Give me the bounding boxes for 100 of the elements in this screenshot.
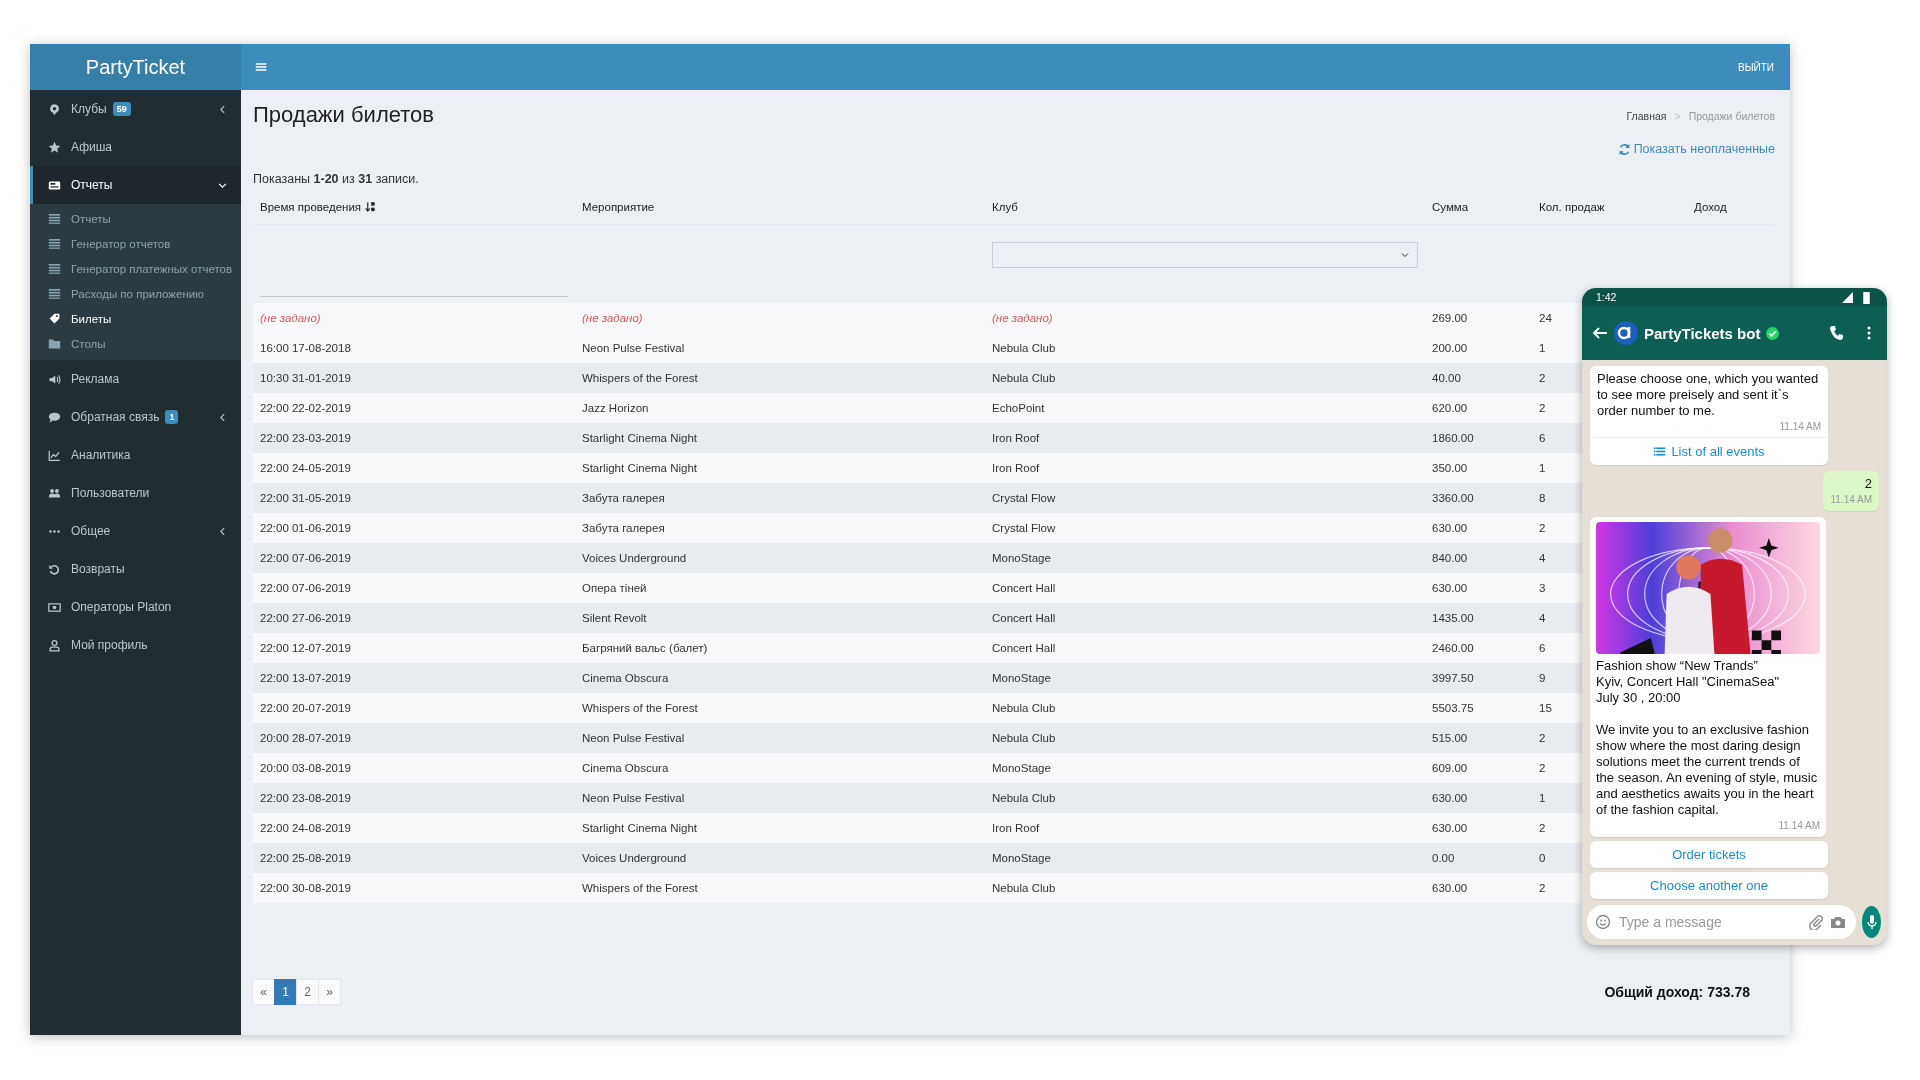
column-header[interactable]: Кол. продаж [1539, 201, 1605, 213]
sidebar-item-label: Обратная связь [71, 410, 160, 424]
page-button[interactable]: 1 [274, 979, 297, 1005]
table-cell: 840.00 [1432, 552, 1468, 564]
breadcrumb-link[interactable]: Главная [1626, 110, 1667, 122]
sidebar-item[interactable]: Общее [30, 512, 241, 550]
table-cell: 22:00 13-07-2019 [260, 672, 351, 684]
speaker-icon [48, 372, 61, 386]
table-cell: 350.00 [1432, 462, 1468, 474]
table-cell: 16:00 17-08-2018 [260, 342, 351, 354]
page-button[interactable]: « [252, 979, 275, 1005]
submenu-item[interactable]: Билеты [30, 306, 241, 331]
message-time: 11.14 AM [1778, 420, 1821, 434]
table-cell: 9 [1539, 672, 1546, 684]
microphone-button[interactable] [1862, 906, 1881, 938]
submenu-item[interactable]: Генератор платежных отчетов [30, 256, 241, 281]
table-cell: Crystal Flow [992, 492, 1056, 504]
column-header[interactable]: Доход [1694, 201, 1727, 213]
table-cell: 22:00 30-08-2019 [260, 882, 351, 894]
table-cell: 4 [1539, 552, 1546, 564]
table-cell: 22:00 25-08-2019 [260, 852, 351, 864]
table-cell: 6 [1539, 642, 1546, 654]
table-cell: Voices Underground [582, 552, 687, 564]
folder-icon [48, 337, 61, 350]
filter-dropdown[interactable] [992, 242, 1418, 268]
table-cell: 5503.75 [1432, 702, 1474, 714]
refresh-icon [1617, 142, 1631, 156]
page-button[interactable]: » [318, 979, 341, 1005]
submenu-item-label: Отчеты [71, 212, 111, 225]
table-cell: 1 [1539, 792, 1546, 804]
column-header[interactable]: Время проведения [260, 201, 377, 213]
submenu-item[interactable]: Отчеты [30, 206, 241, 231]
table-cell: 2 [1539, 372, 1546, 384]
table-cell: 2 [1539, 762, 1546, 774]
table-cell: Cinema Obscura [582, 672, 669, 684]
table-cell: Silent Revolt [582, 612, 647, 624]
star-icon [48, 140, 61, 154]
phone-icon [1829, 325, 1845, 341]
paperclip-icon [1808, 914, 1824, 930]
table-cell: 2 [1539, 732, 1546, 744]
table-cell: Iron Roof [992, 822, 1040, 834]
table-cell: Забута галерея [582, 492, 665, 504]
submenu-item[interactable]: Расходы по приложению [30, 281, 241, 306]
verified-icon [1766, 326, 1780, 340]
sidebar-item[interactable]: Афиша [30, 128, 241, 166]
message-field[interactable]: Type a message [1587, 905, 1856, 939]
sidebar-item[interactable]: Отчеты [30, 166, 241, 204]
table-cell: 1 [1539, 462, 1546, 474]
page-button[interactable]: 2 [296, 979, 319, 1005]
message-text: We invite you to an exclusive fashion show where the most daring design solutions meet the current trends of the season. An evening of style, music and aesthetics awaits you in the heart of the fashion capital. [1596, 722, 1819, 818]
sidebar-item-label: Реклама [71, 372, 120, 386]
status-time: 1:42 [1596, 291, 1617, 303]
banknote-icon [48, 600, 61, 614]
table-cell: 8 [1539, 492, 1546, 504]
sidebar-item[interactable]: Обратная связь 1 [30, 398, 241, 436]
sidebar-item-label: Афиша [71, 140, 112, 154]
table-cell: 3997.50 [1432, 672, 1474, 684]
table-cell: 630.00 [1432, 582, 1468, 594]
table-cell: 1 [1539, 342, 1546, 354]
message-time: 11.14 AM [1777, 819, 1820, 833]
quick-reply-button[interactable]: Choose another one [1590, 872, 1828, 899]
table-cell: 630.00 [1432, 792, 1468, 804]
count-badge: 1 [165, 410, 179, 424]
table-cell: Nebula Club [992, 702, 1056, 714]
table-cell: Nebula Club [992, 732, 1056, 744]
list-events-button[interactable]: List of all events [1590, 437, 1828, 465]
table-cell: Опера тіней [582, 582, 647, 594]
brand-logo[interactable]: PartyTicket [30, 44, 241, 90]
table-cell: Багряний вальс (балет) [582, 642, 708, 654]
signal-icon [1841, 290, 1854, 304]
table-cell: 0 [1539, 852, 1546, 864]
column-header[interactable]: Сумма [1432, 201, 1469, 213]
newspaper-icon [48, 178, 61, 192]
sidebar-item[interactable]: Возвраты [30, 550, 241, 588]
sidebar-item[interactable]: Аналитика [30, 436, 241, 474]
table-cell: Concert Hall [992, 582, 1056, 594]
sidebar-item[interactable]: Клубы 59 [30, 90, 241, 128]
table-cell: 22:00 27-06-2019 [260, 612, 351, 624]
sidebar-item[interactable]: Мой профиль [30, 626, 241, 664]
submenu-item[interactable]: Столы [30, 331, 241, 356]
sidebar-item[interactable]: Пользователи [30, 474, 241, 512]
sidebar-item[interactable]: Операторы Platon [30, 588, 241, 626]
table-cell: 40.00 [1432, 372, 1461, 384]
submenu-item[interactable]: Генератор отчетов [30, 231, 241, 256]
back-arrow-icon [1592, 325, 1608, 341]
table-cell: Neon Pulse Festival [582, 732, 685, 744]
message-input[interactable]: Type a message [1617, 913, 1802, 931]
column-header[interactable]: Клуб [992, 201, 1018, 213]
emoji-icon [1595, 914, 1611, 930]
logout-button[interactable]: ВЫЙТИ [1738, 55, 1774, 79]
table-cell: 4 [1539, 612, 1546, 624]
table-cell: 6 [1539, 432, 1546, 444]
sidebar-item[interactable]: Реклама [30, 360, 241, 398]
undo-icon [48, 562, 61, 576]
table-cell: Neon Pulse Festival [582, 792, 685, 804]
table-cell: Starlight Cinema Night [582, 462, 698, 474]
quick-reply-button[interactable]: Order tickets [1590, 841, 1828, 868]
submenu-item-label: Расходы по приложению [71, 287, 204, 300]
column-header[interactable]: Мероприятие [582, 201, 655, 213]
table-cell: Jazz Horizon [582, 402, 649, 414]
